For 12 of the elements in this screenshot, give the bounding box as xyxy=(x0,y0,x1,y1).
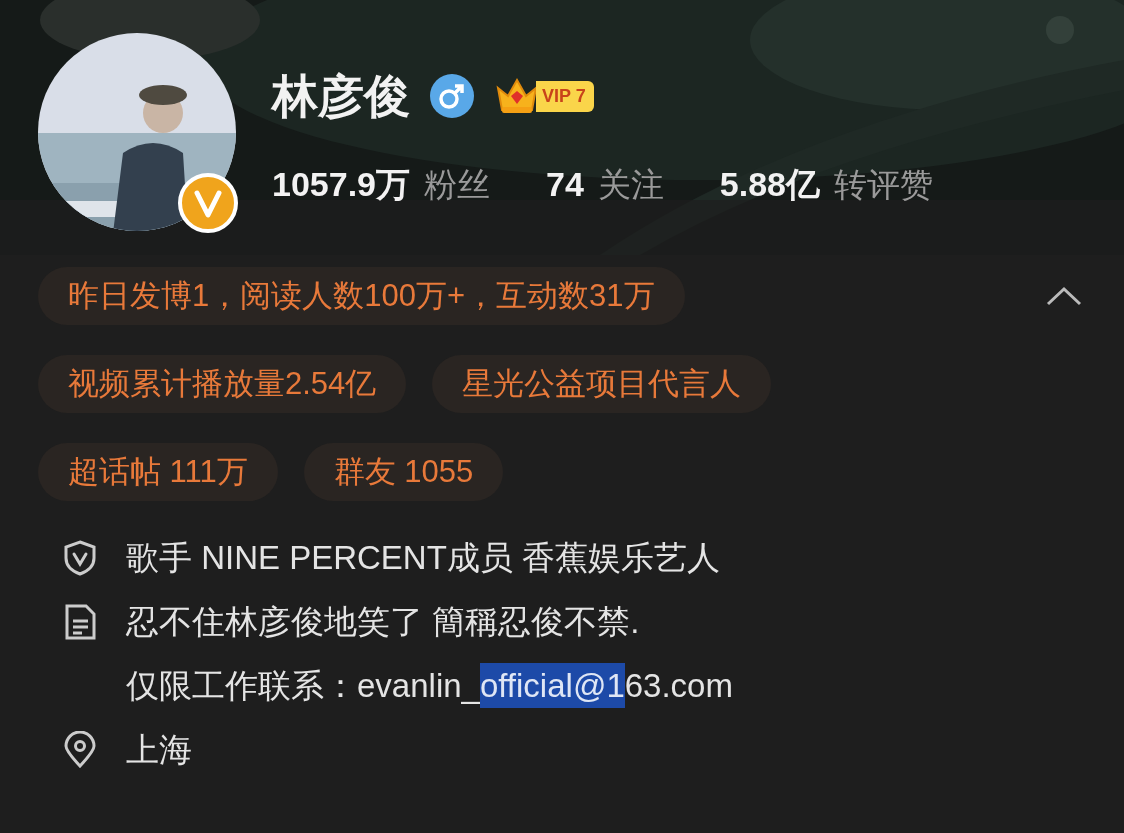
shield-icon xyxy=(62,539,98,577)
info-text: 上海 xyxy=(126,730,192,770)
info-text: 仅限工作联系：evanlin_official@163.com xyxy=(126,661,733,711)
location-pin-icon xyxy=(62,731,98,769)
stat-chip: 视频累计播放量2.54亿 xyxy=(38,355,407,413)
stat-chip: 星光公益项目代言人 xyxy=(432,355,772,413)
info-text: 忍不住林彦俊地笑了 簡稱忍俊不禁. xyxy=(126,602,641,642)
stat-chip: 超话帖 111万 xyxy=(38,443,278,501)
info-text: 歌手 NINE PERCENT成员 香蕉娱乐艺人 xyxy=(126,538,721,578)
stat-chip: 群友 1055 xyxy=(303,443,504,501)
collapse-caret-icon[interactable] xyxy=(1046,286,1082,306)
stat-chip: 昨日发博1，阅读人数100万+，互动数31万 xyxy=(38,267,685,325)
